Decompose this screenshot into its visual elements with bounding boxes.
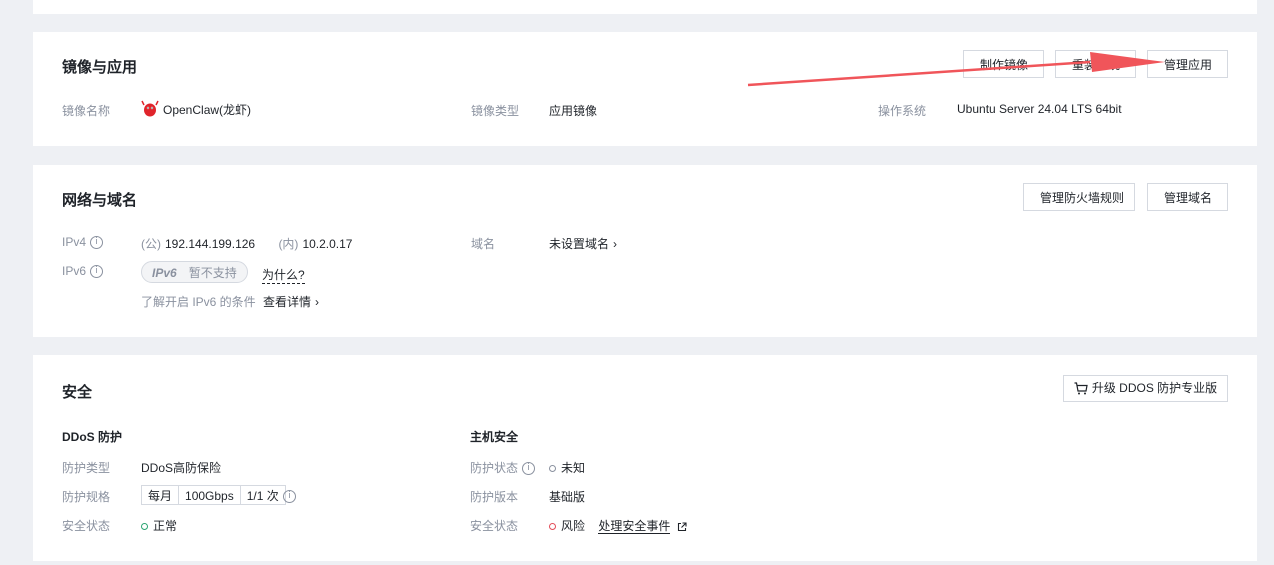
info-icon[interactable]: i (522, 462, 536, 476)
host-status-label: 防护状态 i (470, 459, 536, 476)
mirror-card: 镜像与应用 制作镜像 重装系统 管理应用 镜像名称 OpenClaw(龙虾) 镜… (33, 32, 1257, 146)
os-value: Ubuntu Server 24.04 LTS 64bit (957, 102, 1122, 116)
manage-app-button[interactable]: 管理应用 (1147, 50, 1228, 78)
public-ip[interactable]: 192.144.199.126 (165, 237, 255, 251)
host-version-label: 防护版本 (470, 490, 519, 504)
ddos-section-title: DDoS 防护 (62, 430, 123, 444)
network-title: 网络与域名 (62, 192, 138, 209)
os-label: 操作系统 (878, 104, 927, 118)
mirror-title: 镜像与应用 (62, 59, 138, 76)
private-ip[interactable]: 10.2.0.17 (302, 237, 352, 251)
security-title: 安全 (62, 384, 93, 401)
ddos-type-label: 防护类型 (62, 461, 111, 475)
ddos-spec-label: 防护规格 (62, 490, 111, 504)
host-section-title: 主机安全 (470, 430, 519, 444)
ok-status-icon (141, 523, 148, 531)
info-icon[interactable]: i (90, 265, 104, 279)
ddos-status-label: 安全状态 (62, 519, 111, 533)
domain-value-text: 未设置域名 (549, 237, 610, 251)
manage-domain-button[interactable]: 管理域名 (1147, 183, 1228, 211)
spec-period: 每月 (142, 486, 180, 504)
external-link-icon (677, 522, 687, 531)
handle-security-link[interactable]: 处理安全事件 (598, 519, 687, 534)
ipv4-label-text: IPv4 (62, 235, 87, 249)
host-status-value: 未知 (549, 459, 585, 476)
host-safety-value: 风险 处理安全事件 (549, 517, 687, 534)
ipv6-label-text: IPv6 (62, 264, 87, 278)
private-tag: (内) (278, 237, 299, 251)
reinstall-button[interactable]: 重装系统 (1055, 50, 1136, 78)
domain-label: 域名 (471, 237, 496, 251)
spec-bandwidth: 100Gbps (179, 486, 241, 504)
lobster-icon (141, 100, 159, 117)
ddos-status-value: 正常 (141, 517, 177, 534)
make-image-button[interactable]: 制作镜像 (963, 50, 1044, 78)
image-name-value: OpenClaw(龙虾) (141, 100, 251, 118)
view-details-text: 查看详情 (263, 295, 312, 309)
image-type-label: 镜像类型 (471, 104, 520, 118)
public-tag: (公) (141, 237, 161, 251)
image-name-label: 镜像名称 (62, 104, 111, 118)
chevron-right-icon: › (613, 237, 618, 251)
info-icon[interactable]: i (90, 236, 104, 250)
host-status-label-text: 防护状态 (470, 461, 519, 475)
host-status-text: 未知 (561, 461, 586, 475)
info-icon[interactable]: i (283, 490, 296, 503)
host-version-value: 基础版 (549, 490, 586, 504)
image-type-value: 应用镜像 (549, 104, 598, 118)
upgrade-ddos-button[interactable]: 升级 DDOS 防护专业版 (1063, 375, 1228, 402)
ddos-status-text: 正常 (153, 519, 178, 533)
cart-icon (1074, 382, 1088, 395)
ipv6-learn: 了解开启 IPv6 的条件 查看详情 › (141, 293, 319, 310)
ipv4-label: IPv4 i (62, 235, 104, 250)
top-card (33, 0, 1257, 14)
ipv6-mark: IPv6 (152, 266, 177, 280)
domain-value-link[interactable]: 未设置域名 › (549, 235, 617, 252)
host-safety-label: 安全状态 (470, 519, 519, 533)
ddos-type-value: DDoS高防保险 (141, 461, 222, 475)
learn-text: 了解开启 IPv6 的条件 (141, 295, 256, 309)
image-name-text: OpenClaw(龙虾) (163, 102, 252, 117)
ipv6-label: IPv6 i (62, 264, 104, 279)
upgrade-ddos-label: 升级 DDOS 防护专业版 (1091, 381, 1218, 395)
why-link[interactable]: 为什么? (262, 266, 305, 284)
manage-firewall-button[interactable]: 管理防火墙规则 (1023, 183, 1135, 211)
ipv6-status-pill: IPv6 暂不支持 (141, 261, 248, 283)
risk-status-icon (549, 523, 556, 531)
security-card: 安全 升级 DDOS 防护专业版 DDoS 防护 防护类型 DDoS高防保险 防… (33, 355, 1257, 561)
ipv6-status: 暂不支持 (188, 266, 237, 280)
ip-addresses: (公) 192.144.199.126 (内) 10.2.0.17 (141, 235, 352, 252)
ddos-spec-value: 每月 100Gbps 1/1 次 (141, 485, 286, 505)
chevron-right-icon: › (315, 295, 320, 309)
spec-count: 1/1 次 (246, 489, 279, 503)
host-safety-text: 风险 (561, 519, 586, 533)
view-details-link[interactable]: 查看详情 › (263, 295, 319, 309)
handle-security-text: 处理安全事件 (598, 519, 671, 534)
network-card: 网络与域名 管理防火墙规则 管理域名 IPv4 i (公) 192.144.199.… (33, 165, 1257, 337)
unknown-status-icon (549, 465, 556, 473)
